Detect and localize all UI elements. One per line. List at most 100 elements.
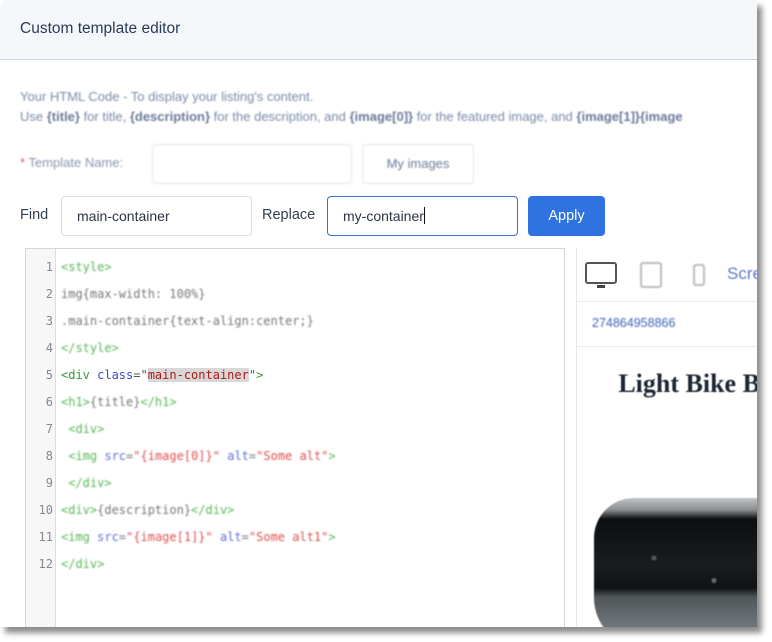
- code-token: >: [328, 530, 336, 544]
- code-token: "{image[0]}": [133, 449, 220, 463]
- code-text: <div class="main-container">: [61, 362, 263, 389]
- code-token: </div>: [61, 557, 105, 571]
- product-image: [594, 498, 757, 627]
- custom-template-editor-window: Custom template editor Your HTML Code - …: [0, 0, 757, 627]
- code-text: </div>: [61, 551, 104, 578]
- code-token: {title}: [89, 395, 141, 409]
- code-token: src: [104, 449, 127, 463]
- my-images-button[interactable]: My images: [362, 144, 474, 184]
- code-line[interactable]: 6 <h1>{title}</h1>: [26, 389, 564, 416]
- line-number: 1: [45, 260, 53, 274]
- help-text-line-2: Use {title} for title, {description} for…: [20, 109, 683, 124]
- code-token: >: [256, 368, 264, 382]
- window-header: Custom template editor: [0, 0, 757, 60]
- code-token: alt: [227, 449, 249, 463]
- text-caret: [423, 207, 425, 224]
- code-text: .main-container{text-align:center;}: [61, 308, 314, 335]
- find-label: Find: [20, 207, 49, 223]
- code-line[interactable]: 10 <div>{description}</div>: [26, 497, 564, 524]
- line-number: 8: [45, 449, 53, 463]
- code-text: img{max-width: 100%}: [61, 281, 206, 308]
- placeholder-title: {title}: [46, 109, 80, 124]
- code-text: </div>: [61, 470, 112, 497]
- help-text: Your HTML Code - To display your listing…: [20, 87, 683, 127]
- code-token: =: [241, 530, 249, 544]
- code-line[interactable]: 2 img{max-width: 100%}: [26, 281, 564, 308]
- code-token: <div>: [68, 422, 105, 436]
- code-token: src: [97, 530, 119, 544]
- code-token: <img: [61, 530, 98, 544]
- preview-title: Light Bike B US: [618, 369, 757, 398]
- template-name-input[interactable]: [152, 144, 352, 184]
- code-token: <h1>: [61, 395, 90, 409]
- line-number: 6: [45, 395, 53, 409]
- find-input[interactable]: main-container: [61, 196, 252, 236]
- code-token: alt: [219, 530, 242, 544]
- code-text: <img src="{image[0]}" alt="Some alt">: [61, 443, 336, 470]
- line-number: 9: [45, 476, 53, 490]
- code-token: <img: [68, 449, 105, 463]
- code-editor[interactable]: 1 <style> 2 img{max-width: 100%} 3 .main-cont…: [25, 248, 565, 627]
- code-token: "Some alt1": [248, 530, 329, 544]
- code-line[interactable]: 3 .main-container{text-align:center;}: [26, 308, 564, 335]
- code-token: "{image[1]}": [126, 530, 213, 544]
- template-name-label: * Template Name:: [20, 155, 124, 170]
- window-title: Custom template editor: [20, 20, 181, 37]
- line-number: 12: [38, 557, 53, 571]
- replace-label: Replace: [262, 207, 316, 223]
- code-token: </style>: [61, 341, 119, 355]
- preview-panel: Scre 274864958866 Light Bike B US: [576, 248, 757, 627]
- placeholder-description: {description}: [129, 109, 211, 124]
- phone-icon[interactable]: [693, 264, 705, 286]
- code-text: <style>: [61, 254, 112, 281]
- code-token: </div>: [191, 503, 235, 517]
- code-text: <div>: [61, 416, 104, 443]
- code-token: <div>: [61, 503, 98, 517]
- find-match-highlight: main-container: [147, 368, 249, 382]
- code-line[interactable]: 4 </style>: [26, 335, 564, 362]
- code-line[interactable]: 12 </div>: [26, 551, 564, 578]
- line-number: 3: [45, 314, 53, 328]
- help-text-line-1: Your HTML Code - To display your listing…: [20, 89, 314, 104]
- placeholder-image-1: {image[1]}{image: [576, 109, 683, 124]
- line-number: 7: [45, 422, 53, 436]
- replace-input[interactable]: my-container: [327, 196, 518, 236]
- required-mark: *: [20, 155, 26, 170]
- code-text: <h1>{title}</h1>: [61, 389, 177, 416]
- device-toolbar: Scre: [577, 248, 757, 302]
- apply-button[interactable]: Apply: [528, 196, 605, 236]
- screen-tab[interactable]: Scre: [727, 264, 757, 284]
- code-token: =: [118, 530, 127, 544]
- code-token: >: [328, 449, 336, 463]
- code-token: <div: [61, 368, 98, 382]
- code-token: =": [133, 368, 148, 382]
- code-token: ": [248, 368, 257, 382]
- line-number: 4: [45, 341, 53, 355]
- listing-id[interactable]: 274864958866: [592, 316, 675, 330]
- code-text: <img src="{image[1]}" alt="Some alt1">: [61, 524, 336, 551]
- divider: [577, 346, 757, 347]
- code-line[interactable]: 11 <img src="{image[1]}" alt="Some alt1">: [26, 524, 564, 551]
- code-token: <style>: [61, 260, 112, 274]
- code-line[interactable]: 9 </div>: [26, 470, 564, 497]
- tablet-icon[interactable]: [640, 262, 662, 288]
- line-number: 11: [38, 530, 53, 544]
- code-token: .main-container{text-align:center;}: [61, 314, 314, 328]
- line-number: 5: [45, 368, 53, 382]
- code-token: "Some alt": [256, 449, 329, 463]
- code-token: class: [97, 368, 134, 382]
- desktop-icon[interactable]: [585, 262, 617, 288]
- code-line[interactable]: 1 <style>: [26, 254, 564, 281]
- code-line[interactable]: 5 <div class="main-container">: [26, 362, 564, 389]
- code-token: img{max-width: 100%}: [61, 287, 206, 301]
- code-line[interactable]: 7 <div>: [26, 416, 564, 443]
- code-line[interactable]: 8 <img src="{image[0]}" alt="Some alt">: [26, 443, 564, 470]
- code-text: <div>{description}</div>: [61, 497, 234, 524]
- code-token: {description}: [97, 503, 192, 517]
- code-token: </h1>: [140, 395, 177, 409]
- line-number: 10: [38, 503, 53, 517]
- code-token: </div>: [68, 476, 112, 490]
- code-text: </style>: [61, 335, 119, 362]
- placeholder-image-0: {image[0]}: [349, 109, 414, 124]
